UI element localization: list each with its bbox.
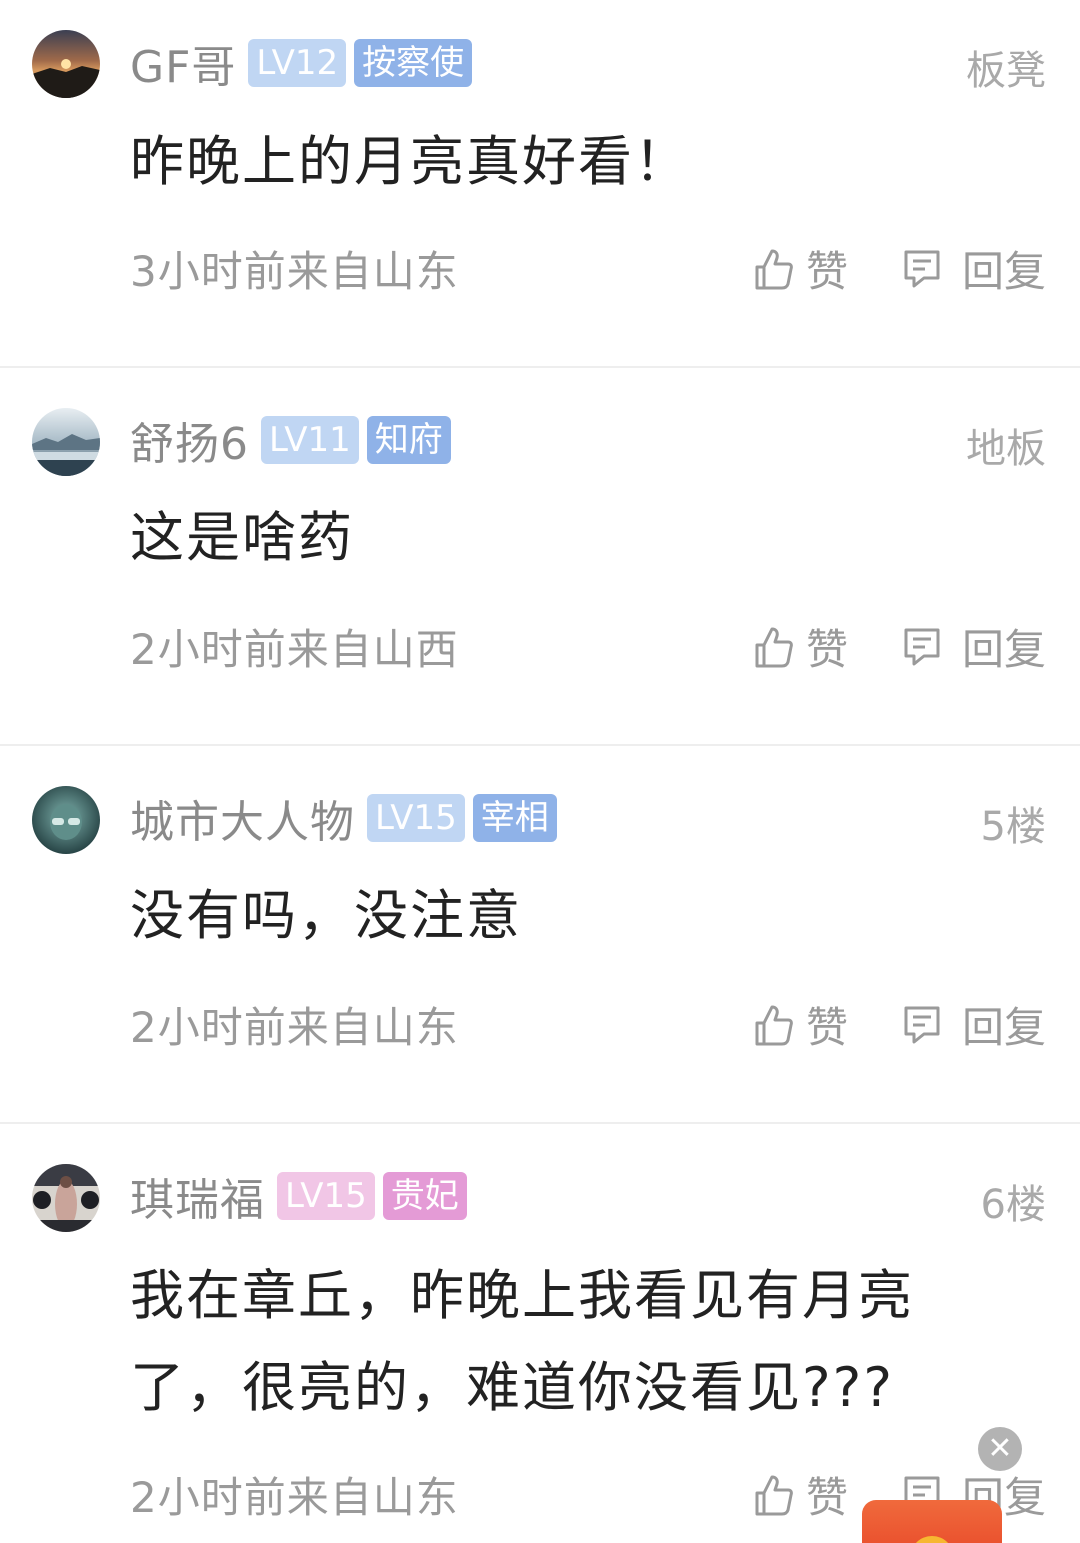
comment-icon — [902, 1004, 942, 1046]
level-badge: LV12 — [248, 39, 347, 87]
like-button[interactable]: 赞 — [754, 994, 848, 1055]
comment-text: 我在章丘，昨晚上我看见有月亮了，很亮的，难道你没看见??? — [130, 1264, 914, 1419]
comment-icon — [902, 626, 942, 668]
title-badge: 按察使 — [354, 39, 473, 87]
thumbs-up-icon — [754, 247, 794, 291]
comment-text: 没有吗，没注意 — [130, 884, 522, 947]
comment-text: 昨晚上的月亮真好看！ — [130, 130, 690, 193]
reply-label: 回复 — [962, 247, 1047, 296]
level-badge: LV15 — [367, 794, 465, 842]
level-badge: LV11 — [261, 416, 359, 464]
like-label: 赞 — [806, 247, 849, 296]
comment-list-page: GF哥 LV12 按察使 板凳 昨晚上的月亮真好看！ 3小时前来自山东 赞 回复… — [0, 0, 1080, 1543]
floating-red-packet-button[interactable] — [862, 1500, 1002, 1543]
level-badge: LV15 — [277, 1172, 375, 1220]
comment-icon — [902, 248, 942, 290]
like-label: 赞 — [806, 625, 849, 674]
avatar[interactable] — [32, 408, 100, 476]
comment-meta: 2小时前来自山东 — [130, 1003, 459, 1052]
username[interactable]: 舒扬6 — [130, 408, 249, 472]
comment-meta: 2小时前来自山西 — [130, 625, 459, 674]
floor-label: 5楼 — [980, 804, 1046, 850]
comment-item: 琪瑞福 LV15 贵妃 6楼 我在章丘，昨晚上我看见有月亮了，很亮的，难道你没看… — [0, 1124, 1080, 1543]
like-label: 赞 — [806, 1003, 849, 1052]
username[interactable]: 琪瑞福 — [130, 1164, 265, 1228]
comment-item: 城市大人物 LV15 宰相 5楼 没有吗，没注意 2小时前来自山东 赞 回复 — [0, 746, 1080, 1124]
thumbs-up-icon — [754, 1003, 794, 1047]
title-badge: 贵妃 — [382, 1172, 467, 1220]
comment-text: 这是啥药 — [130, 506, 354, 569]
like-button[interactable]: 赞 — [754, 616, 848, 677]
username[interactable]: 城市大人物 — [130, 786, 355, 850]
comment-item: 舒扬6 LV11 知府 地板 这是啥药 2小时前来自山西 赞 回复 — [0, 368, 1080, 746]
title-badge: 知府 — [366, 416, 451, 464]
reply-button[interactable]: 回复 — [902, 994, 1046, 1055]
avatar[interactable] — [32, 30, 100, 98]
comment-item: GF哥 LV12 按察使 板凳 昨晚上的月亮真好看！ 3小时前来自山东 赞 回复 — [0, 0, 1080, 368]
reply-label: 回复 — [962, 1003, 1047, 1052]
thumbs-up-icon — [754, 625, 794, 669]
title-badge: 宰相 — [472, 794, 557, 842]
comment-meta: 2小时前来自山东 — [130, 1473, 459, 1522]
coin-icon — [910, 1536, 954, 1543]
avatar[interactable] — [32, 786, 100, 854]
floor-label: 6楼 — [980, 1182, 1046, 1228]
username[interactable]: GF哥 — [130, 31, 236, 95]
comment-meta: 3小时前来自山东 — [130, 247, 459, 296]
like-button[interactable]: 赞 — [754, 238, 848, 299]
reply-button[interactable]: 回复 — [902, 616, 1046, 677]
floor-label: 板凳 — [966, 48, 1046, 94]
reply-button[interactable]: 回复 — [902, 238, 1046, 299]
close-icon[interactable]: ✕ — [978, 1427, 1022, 1471]
thumbs-up-icon — [754, 1473, 794, 1517]
like-label: 赞 — [806, 1473, 849, 1522]
floor-label: 地板 — [966, 426, 1046, 472]
reply-label: 回复 — [962, 625, 1047, 674]
avatar[interactable] — [32, 1164, 100, 1232]
like-button[interactable]: 赞 — [754, 1464, 848, 1525]
